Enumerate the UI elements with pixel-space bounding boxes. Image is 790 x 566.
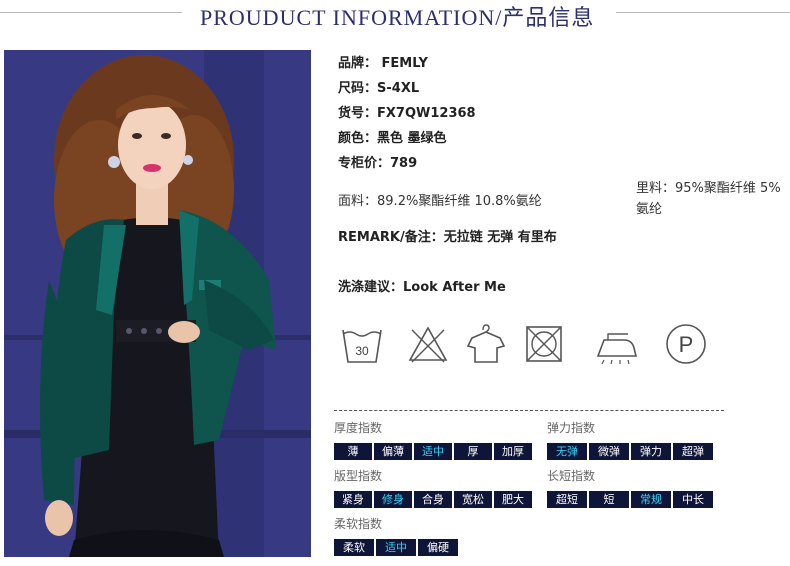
svg-text:P: P: [679, 332, 694, 357]
fabric-row: 面料：89.2%聚酯纤维 10.8%氨纶: [338, 190, 542, 209]
thickness-tag: 薄: [334, 443, 372, 460]
sku-label: 货号：: [338, 106, 378, 121]
wash-label: 洗涤建议：: [338, 280, 404, 295]
sku-row: 货号：FX7QW12368: [338, 102, 476, 121]
wash-temp-text: 30: [355, 344, 369, 358]
length-label: 长短指数: [547, 469, 596, 483]
wash-row: 洗涤建议：Look After Me: [338, 276, 506, 295]
softness-tags: 柔软 适中 偏硬: [334, 539, 458, 556]
thickness-tag: 适中: [414, 443, 452, 460]
thickness-tag: 偏薄: [374, 443, 412, 460]
elasticity-tag: 无弹: [547, 443, 587, 460]
elasticity-tag: 弹力: [631, 443, 671, 460]
remark-value: 无拉链 无弹 有里布: [443, 230, 557, 245]
fit-tag: 宽松: [454, 491, 492, 508]
length-tag: 常规: [631, 491, 671, 508]
header-rule-right: [616, 12, 790, 13]
length-tag: 短: [589, 491, 629, 508]
size-row: 尺码：S-4XL: [338, 77, 419, 96]
color-row: 颜色：黑色 墨绿色: [338, 127, 447, 146]
fit-tag: 合身: [414, 491, 452, 508]
elasticity-tags: 无弹 微弹 弹力 超弹: [547, 443, 713, 460]
softness-label: 柔软指数: [334, 517, 383, 531]
color-label: 颜色：: [338, 131, 378, 146]
remark-label: REMARK/备注：: [338, 230, 444, 245]
thickness-tags: 薄偏薄 适中厚加厚: [334, 443, 532, 460]
elasticity-label: 弹力指数: [547, 421, 596, 435]
page-title: PROUDUCT INFORMATION/产品信息: [200, 5, 595, 30]
softness-tag: 柔软: [334, 539, 374, 556]
thickness-tag: 加厚: [494, 443, 532, 460]
no-bleach-icon: [408, 326, 448, 363]
fit-tag: 紧身: [334, 491, 372, 508]
fabric-label: 面料：: [338, 194, 378, 209]
product-photo: [4, 50, 311, 557]
length-tags: 超短短常规 中长: [547, 491, 713, 508]
brand-row: 品牌： FEMLY: [338, 52, 428, 71]
hang-dry-icon: [466, 324, 506, 363]
section-divider: [334, 410, 724, 411]
wash-value: Look After Me: [403, 280, 506, 295]
size-value: S-4XL: [377, 81, 420, 96]
price-label: 专柜价：: [338, 156, 391, 171]
fit-label: 版型指数: [334, 469, 383, 483]
brand-value: FEMLY: [381, 56, 428, 71]
dry-clean-p-icon: P: [666, 324, 706, 364]
price-value: 789: [390, 156, 418, 171]
price-row: 专柜价：789: [338, 152, 417, 171]
header-rule-left: [0, 12, 182, 13]
lining-label: 里料：: [636, 181, 676, 196]
fit-tag: 修身: [374, 491, 412, 508]
iron-icon: [596, 333, 638, 365]
fabric-value: 89.2%聚酯纤维 10.8%氨纶: [377, 194, 542, 209]
elasticity-tag: 微弹: [589, 443, 629, 460]
wash-30-icon: 30: [342, 329, 382, 363]
no-tumble-dry-icon: [526, 326, 562, 362]
fit-tag: 肥大: [494, 491, 532, 508]
softness-tag: 适中: [376, 539, 416, 556]
lining-row: 里料：95%聚酯纤维 5%氨纶: [636, 178, 790, 220]
brand-label: 品牌：: [338, 56, 378, 71]
size-label: 尺码：: [338, 81, 378, 96]
length-tag: 超短: [547, 491, 587, 508]
sku-value: FX7QW12368: [377, 106, 476, 121]
thickness-tag: 厚: [454, 443, 492, 460]
elasticity-tag: 超弹: [673, 443, 713, 460]
fit-tags: 紧身 修身 合身 宽松 肥大: [334, 491, 532, 508]
length-tag: 中长: [673, 491, 713, 508]
color-value: 黑色 墨绿色: [377, 131, 447, 146]
remark-row: REMARK/备注：无拉链 无弹 有里布: [338, 226, 557, 245]
thickness-label: 厚度指数: [334, 421, 383, 435]
softness-tag: 偏硬: [418, 539, 458, 556]
